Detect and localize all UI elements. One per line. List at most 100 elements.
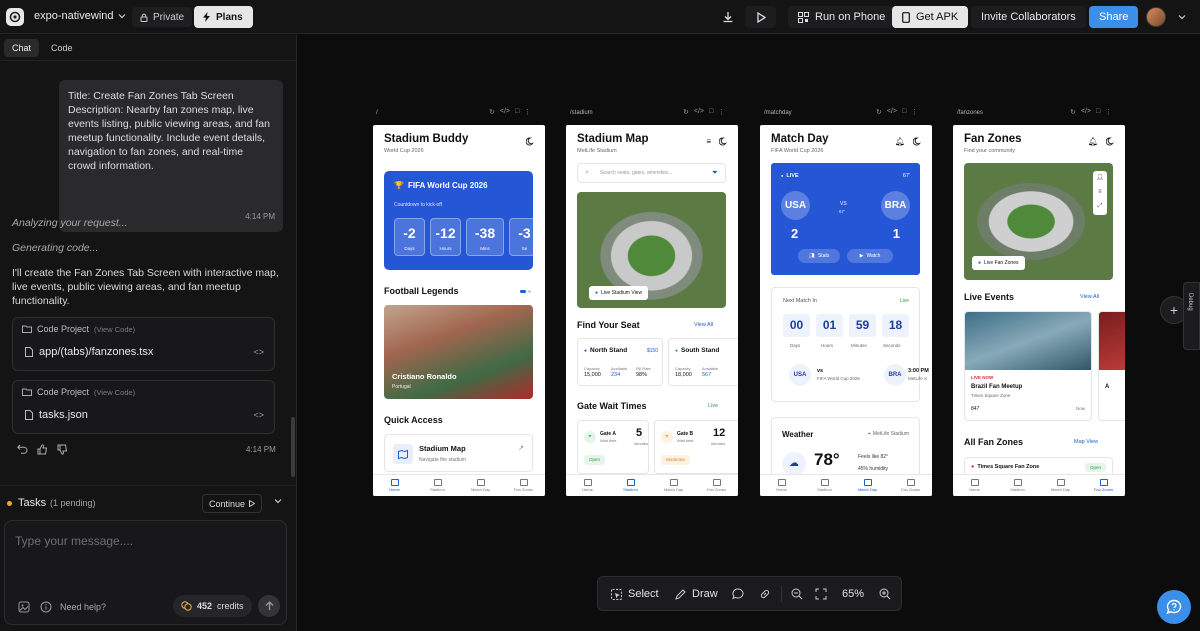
image-upload-icon[interactable] [18,601,30,613]
need-help-link[interactable]: Need help? [60,602,106,612]
tab-match-day[interactable]: Match Day [1039,475,1082,496]
plans-button[interactable]: Plans [194,6,253,28]
refresh-icon[interactable]: ↻ [876,108,882,116]
undo-icon[interactable] [16,443,28,455]
tasks-label[interactable]: Tasks [18,497,46,509]
tab-home[interactable]: Home [953,475,996,496]
more-icon[interactable]: ⋮ [1105,108,1112,116]
layers-icon[interactable]: ≡ [706,137,711,146]
more-icon[interactable]: ⋮ [911,108,918,116]
more-icon[interactable]: ⋮ [718,108,725,116]
select-tool[interactable]: Select [611,588,659,600]
theme-toggle-icon[interactable] [526,137,535,146]
phone-stadium[interactable]: Stadium Map MetLife Stadium ≡ ⌕ Search s… [566,125,738,496]
phone-fanzones[interactable]: Fan Zones Find your community 🔔︎ 👤︎ ≡ ⤢ ● L… [953,125,1125,496]
tab-match-day[interactable]: Match Day [459,475,502,496]
link-icon[interactable] [759,588,771,600]
credits-badge[interactable]: 452 credits [173,595,252,617]
project-selector[interactable]: expo-nativewind [34,10,126,22]
info-icon[interactable] [40,601,52,613]
thumbs-down-icon[interactable] [56,443,68,455]
code-project-card[interactable]: Code Project (View Code) app/(tabs)/fanz… [12,317,275,371]
run-button[interactable] [745,6,776,28]
theme-toggle-icon[interactable] [719,137,728,146]
message-input[interactable]: Type your message.... [15,534,133,548]
bell-icon[interactable]: 🔔︎ [895,137,905,146]
send-button[interactable] [258,595,280,617]
message-composer[interactable]: Type your message.... Need help? 452 cre… [4,520,287,625]
square-icon[interactable]: □ [1096,108,1100,116]
live-score-card[interactable]: ● LIVE 67' USA BRA VS 67' 2 1 👥︎ Stats ▶ Wa… [771,163,920,275]
tab-home[interactable]: Home [760,475,803,496]
tab-chat[interactable]: Chat [4,39,40,57]
code-icon[interactable]: </> [694,108,704,116]
next-match-card[interactable]: Next Match In Live 00 01 59 18 Days Hour… [771,287,929,402]
event-card[interactable]: LIVE NOW Brazil Fan Meetup Times Square … [964,311,1092,421]
zoom-in-icon[interactable] [879,588,891,600]
chat-scrollbar[interactable] [291,417,295,477]
tab-match-day[interactable]: Match Day [652,475,695,496]
private-badge[interactable]: Private [132,7,193,27]
gate-card[interactable]: ⌖ Gate A Wait time 5 minutes Open [577,420,649,474]
comment-icon[interactable] [732,588,744,600]
debug-dock[interactable]: Debug [1183,282,1200,350]
invite-collaborators-button[interactable]: Invite Collaborators [971,6,1086,28]
tab-fan-zones[interactable]: Fan Zones [1082,475,1125,496]
square-icon[interactable]: □ [709,108,713,116]
code-icon[interactable]: </> [887,108,897,116]
player-photo[interactable]: Cristiano Ronaldo Portugal [384,305,533,399]
tab-fan-zones[interactable]: Fan Zones [889,475,932,496]
download-icon[interactable] [718,7,738,27]
fit-screen-icon[interactable] [815,588,827,600]
tab-fan-zones[interactable]: Fan Zones [502,475,545,496]
tab-stadium[interactable]: Stadium [609,475,652,496]
thumbs-up-icon[interactable] [36,443,48,455]
users-icon[interactable]: 👤︎ [1093,171,1107,185]
refresh-icon[interactable]: ↻ [489,108,495,116]
view-all-link[interactable]: View All [1080,294,1099,300]
chevron-down-icon[interactable] [274,497,282,505]
code-icon[interactable]: </> [1081,108,1091,116]
expand-icon[interactable]: ⤢ [1093,199,1107,213]
tab-home[interactable]: Home [373,475,416,496]
more-icon[interactable]: ⋮ [524,108,531,116]
get-apk-button[interactable]: Get APK [892,6,969,28]
zoom-out-icon[interactable] [791,588,803,600]
help-chat-button[interactable] [1157,590,1191,624]
search-bar[interactable]: ⌕ Search seats, gates, amenities... ⏷ [577,163,726,183]
run-on-phone-button[interactable]: Run on Phone [788,6,896,28]
continue-button[interactable]: Continue [202,494,263,513]
phone-matchday[interactable]: Match Day FIFA World Cup 2026 🔔︎ ● LIVE 6… [760,125,932,496]
preview-canvas[interactable]: / /stadium /matchday /fanzones ↻ </> □ ⋮ ↻ <… [298,35,1200,631]
app-logo[interactable] [6,8,24,26]
zoom-level[interactable]: 65% [842,588,864,600]
filter-icon[interactable]: ⏷ [712,168,718,178]
user-avatar[interactable] [1146,7,1166,27]
stats-button[interactable]: 👥︎ Stats [798,249,840,263]
fan-zone-map[interactable]: 👤︎ ≡ ⤢ ● Live Fan Zones [964,163,1113,280]
phone-home[interactable]: Stadium Buddy World Cup 2026 🏆 FIFA Worl… [373,125,545,496]
view-code-link[interactable]: (View Code) [94,388,135,397]
code-toggle-icon[interactable]: <> [253,410,264,420]
tab-code[interactable]: Code [43,39,81,57]
tab-stadium[interactable]: Stadium [803,475,846,496]
theme-toggle-icon[interactable] [1106,137,1115,146]
quick-access-card[interactable]: Stadium Map Navigate the stadium ↗ [384,434,533,472]
countdown-card[interactable]: 🏆 FIFA World Cup 2026 Countdown to kick-… [384,171,540,270]
tab-match-day[interactable]: Match Day [846,475,889,496]
bell-icon[interactable]: 🔔︎ [1088,137,1098,146]
tab-home[interactable]: Home [566,475,609,496]
view-code-link[interactable]: (View Code) [94,325,135,334]
tab-fan-zones[interactable]: Fan Zones [695,475,738,496]
watch-button[interactable]: ▶ Watch [847,249,893,263]
layers-icon[interactable]: ≡ [1093,185,1107,199]
code-toggle-icon[interactable]: <> [253,347,264,357]
account-chevron-icon[interactable] [1172,7,1192,27]
view-all-link[interactable]: View All [694,322,713,328]
share-button[interactable]: Share [1089,6,1139,28]
stand-card[interactable]: ● South Stand Capacity 18,000 Available 5… [668,338,738,386]
tab-stadium[interactable]: Stadium [996,475,1039,496]
refresh-icon[interactable]: ↻ [1070,108,1076,116]
map-view-link[interactable]: Map View [1074,439,1098,445]
draw-tool[interactable]: Draw [675,588,718,600]
